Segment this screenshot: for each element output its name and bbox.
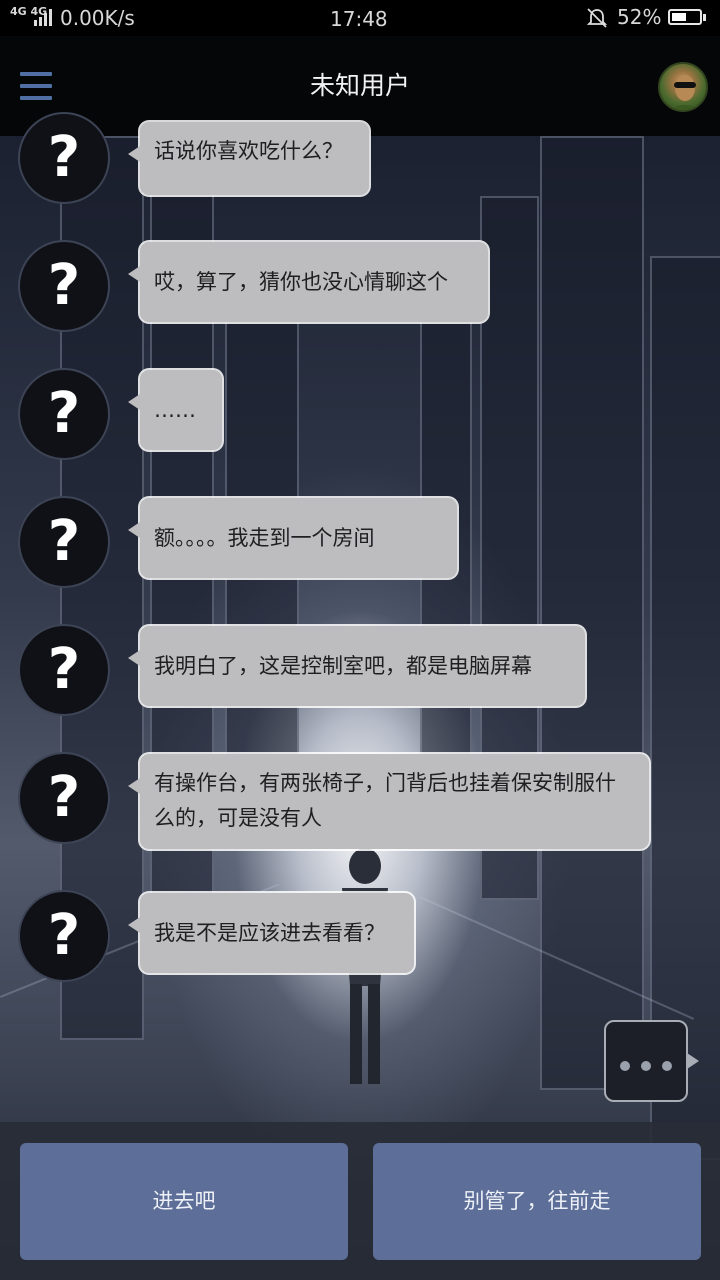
sender-avatar: ?	[18, 496, 110, 588]
page-title: 未知用户	[309, 71, 410, 100]
sender-avatar: ?	[18, 112, 110, 204]
status-bar: 4G 4G 0.00K/s 17:48 52%	[0, 0, 720, 36]
signal-icon	[34, 9, 52, 26]
message-bubble: 我明白了，这是控制室吧，都是电脑屏幕	[128, 626, 585, 706]
battery-icon	[668, 9, 706, 25]
typing-indicator	[604, 1020, 699, 1102]
choice-button-move-on[interactable]: 别管了，往前走	[373, 1143, 701, 1260]
sender-avatar: ?	[18, 240, 110, 332]
message-bubble: 我是不是应该进去看看？	[128, 893, 414, 973]
typing-dots-icon	[620, 1056, 683, 1075]
avatar[interactable]	[658, 62, 708, 112]
message-bubble: 话说你喜欢吃什么？	[128, 122, 369, 195]
sender-avatar: ?	[18, 624, 110, 716]
network-speed: 0.00K/s	[60, 6, 135, 30]
sender-avatar: ?	[18, 752, 110, 844]
battery-percent: 52%	[617, 5, 662, 29]
sender-avatar: ?	[18, 368, 110, 460]
clock: 17:48	[330, 7, 388, 31]
message-bubble: 哎，算了，猜你也没心情聊这个	[128, 242, 488, 322]
message-bubble: ……	[128, 370, 222, 450]
mute-bell-icon	[586, 8, 608, 28]
message-bubble: 有操作台，有两张椅子，门背后也挂着保安制服什么的，可是没有人	[128, 754, 649, 849]
sender-avatar: ?	[18, 890, 110, 982]
choice-button-enter[interactable]: 进去吧	[20, 1143, 348, 1260]
message-bubble: 额。。。。我走到一个房间	[128, 498, 457, 578]
